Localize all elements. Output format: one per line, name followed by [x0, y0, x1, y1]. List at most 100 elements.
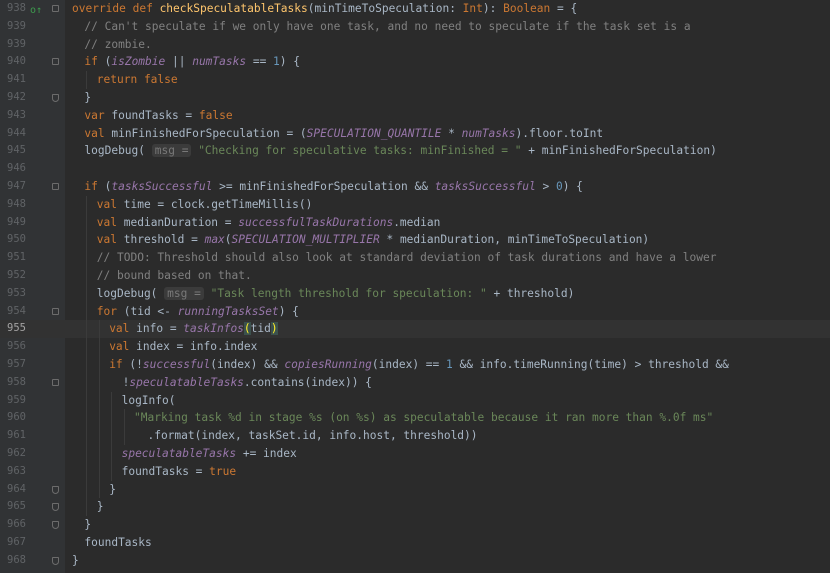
code-line[interactable]: 954 for (tid <- runningTasksSet) {: [0, 302, 830, 321]
keyword-token: val: [109, 322, 137, 336]
code-line[interactable]: 947 if (tasksSuccessful >= minFinishedFor…: [0, 178, 830, 196]
code-text: "Marking task %d in stage %s (on %s) as …: [134, 409, 713, 427]
code-line[interactable]: 948 val time = clock.getTimeMillis(): [0, 195, 830, 214]
code-line[interactable]: 966}: [0, 516, 830, 534]
line-number: 938: [7, 2, 26, 14]
fold-start-icon[interactable]: [52, 5, 59, 12]
code-line[interactable]: 962 speculatableTasks += index: [0, 445, 830, 463]
code-line[interactable]: 939 // Can't speculate if we only have on…: [0, 18, 830, 36]
code-text: if (tasksSuccessful >= minFinishedForSpe…: [84, 178, 583, 196]
keyword-token: if: [84, 180, 105, 193]
field-token: numTasks: [461, 126, 516, 140]
keyword-token: for: [96, 304, 124, 318]
code-token: .format(index, taskSet.id, info.host, th…: [134, 429, 478, 443]
indent-guide: [98, 356, 100, 374]
code-text: // zombie.: [84, 36, 151, 54]
code-line[interactable]: 964}: [0, 480, 830, 499]
code-line[interactable]: 944 val minFinishedForSpeculation = (SPEC…: [0, 125, 830, 143]
code-token: ) {: [278, 304, 299, 318]
fold-end-icon[interactable]: [52, 485, 59, 494]
line-number: 943: [7, 108, 26, 121]
code-line[interactable]: 938 o↑ override def checkSpeculatableTasks…: [0, 0, 830, 18]
code-text: val minFinishedForSpeculation = (SPECULA…: [84, 125, 603, 143]
code-editor[interactable]: 938 o↑ override def checkSpeculatableTasks…: [0, 0, 830, 573]
code-line[interactable]: 965}: [0, 498, 830, 517]
code-line[interactable]: 955 val info = taskInfos(tid): [0, 320, 830, 339]
code-line[interactable]: 967 foundTasks: [0, 534, 830, 552]
line-number: 945: [7, 144, 26, 157]
code-text: return false: [97, 71, 178, 89]
code-line[interactable]: 939 // zombie.: [0, 36, 830, 54]
code-token: .median: [393, 215, 441, 229]
indent-guide: [86, 284, 88, 303]
code-text: logInfo(: [122, 392, 176, 410]
code-line[interactable]: 946: [0, 160, 830, 178]
indent-guide: [86, 249, 88, 267]
code-line[interactable]: 943 var foundTasks = false: [0, 107, 830, 125]
line-number: 944: [7, 126, 26, 139]
fold-start-icon[interactable]: [52, 58, 59, 66]
line-number: 952: [7, 269, 26, 281]
code-token: time = clock.getTimeMillis(): [123, 197, 313, 211]
line-number: 953: [7, 286, 26, 299]
field-token: successful: [142, 358, 211, 371]
keyword-token: Boolean: [503, 2, 551, 15]
line-number: 951: [7, 251, 26, 264]
code-line[interactable]: 952 // bound based on that.: [0, 267, 830, 285]
fold-start-icon[interactable]: [52, 307, 59, 315]
comment-token: // Can't speculate if we only have one t…: [84, 19, 691, 33]
keyword-token: override def: [72, 2, 160, 15]
indent-guide: [98, 409, 100, 428]
code-line[interactable]: 953 logDebug( msg = "Task length threshol…: [0, 284, 830, 303]
code-token: (index) &&: [210, 358, 285, 371]
code-line[interactable]: 963 foundTasks = true: [0, 462, 830, 481]
indent-guide: [98, 462, 100, 481]
line-number: 954: [7, 304, 26, 317]
field-token: copiesRunning: [284, 358, 372, 371]
code-line[interactable]: 960 "Marking task %d in stage %s (on %s) …: [0, 409, 830, 428]
code-line[interactable]: 958 !speculatableTasks.contains(index)) …: [0, 373, 830, 392]
code-line[interactable]: 949 val medianDuration = successfulTaskDu…: [0, 213, 830, 232]
code-line[interactable]: 956 val index = info.index: [0, 338, 830, 356]
code-line[interactable]: 957 if (!successful(index) && copiesRunni…: [0, 356, 830, 374]
code-text: override def checkSpeculatableTasks(minT…: [72, 0, 577, 18]
code-token: (tid <-: [123, 304, 178, 318]
code-text: foundTasks = true: [122, 463, 237, 481]
indent-guide: [123, 427, 125, 445]
fold-end-icon[interactable]: [52, 503, 59, 512]
code-line[interactable]: 959 logInfo(: [0, 391, 830, 410]
code-line[interactable]: 945 logDebug( msg = "Checking for specula…: [0, 142, 830, 160]
line-number: 958: [7, 375, 26, 388]
code-text: if (!successful(index) && copiesRunning(…: [109, 356, 729, 374]
line-number: 957: [7, 358, 26, 370]
field-token: isZombie: [111, 55, 166, 69]
keyword-token: val: [96, 197, 124, 211]
code-area[interactable]: 938 o↑ override def checkSpeculatableTasks…: [0, 0, 830, 573]
fold-end-icon[interactable]: [52, 94, 59, 102]
indent-guide: [86, 71, 88, 89]
parameter-hint: msg =: [164, 286, 204, 300]
code-token: foundTasks =: [111, 108, 199, 122]
code-line[interactable]: 968}: [0, 552, 830, 570]
comment-token: // zombie.: [84, 37, 152, 51]
code-text: val index = info.index: [109, 338, 257, 356]
fold-start-icon[interactable]: [52, 378, 59, 386]
code-text: val info = taskInfos(tid): [109, 320, 278, 338]
code-line[interactable]: 941 return false: [0, 71, 830, 89]
code-line[interactable]: 950 val threshold = max(SPECULATION_MULTI…: [0, 231, 830, 250]
code-line[interactable]: 951 // TODO: Threshold should also look a…: [0, 249, 830, 267]
indent-guide: [98, 445, 100, 463]
fold-start-icon[interactable]: [52, 183, 59, 190]
code-line[interactable]: 961 .format(index, taskSet.id, info.host…: [0, 427, 830, 445]
indent-guide: [123, 409, 125, 428]
constant-token: SPECULATION_QUANTILE: [306, 126, 442, 140]
code-token: (minTimeToSpeculation:: [307, 2, 463, 15]
fold-end-icon[interactable]: [52, 521, 59, 530]
fold-end-icon[interactable]: [52, 556, 59, 565]
field-token: speculatableTasks: [121, 447, 237, 460]
code-line[interactable]: 940 if (isZombie || numTasks == 1) {: [0, 53, 830, 71]
code-line[interactable]: 942}: [0, 89, 830, 107]
line-number: 941: [7, 73, 26, 86]
field-token: tasksSuccessful: [111, 180, 213, 193]
code-token: logDebug(: [84, 144, 152, 158]
